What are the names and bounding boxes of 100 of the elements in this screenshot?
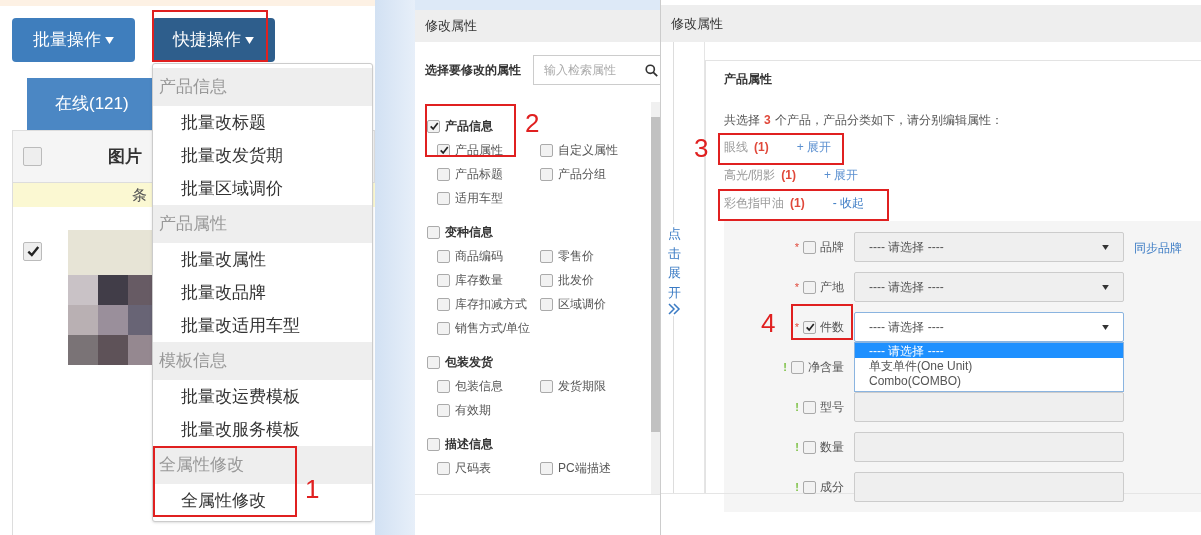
annotation-number: 2: [525, 110, 540, 136]
toggle-link[interactable]: + 展开: [796, 138, 831, 156]
checkbox[interactable]: [437, 321, 450, 335]
option-label: 库存数量: [455, 272, 503, 289]
option-label: 适用车型: [455, 190, 503, 207]
menu-item[interactable]: 批量改发货期: [181, 142, 283, 169]
checkbox[interactable]: [540, 273, 553, 287]
field-mark: !: [795, 439, 799, 455]
dropdown-button[interactable]: 快捷操作: [152, 18, 275, 62]
group-label: 产品信息: [445, 118, 493, 135]
menu-item[interactable]: 批量改适用车型: [181, 312, 300, 339]
input-field[interactable]: [854, 392, 1124, 422]
field-label: 品牌: [820, 239, 844, 256]
checkbox[interactable]: [437, 461, 450, 475]
sync-link[interactable]: 同步品牌: [1134, 239, 1182, 257]
caret-icon: [1102, 244, 1109, 250]
checkbox[interactable]: [427, 225, 440, 239]
checkbox[interactable]: [803, 320, 816, 334]
caret-icon: [1102, 324, 1109, 330]
field-label: 数量: [820, 439, 844, 456]
menu-item[interactable]: 全属性修改: [181, 487, 266, 514]
option-label: 包装信息: [455, 378, 503, 395]
option-label: 区域调价: [558, 296, 606, 313]
field-mark: !: [795, 399, 799, 415]
checkbox[interactable]: [540, 297, 553, 311]
option-label: 库存扣减方式: [455, 296, 527, 313]
toggle-link[interactable]: + 展开: [824, 166, 859, 184]
summary-text: 共选择: [724, 112, 760, 129]
option-label: 发货期限: [558, 378, 606, 395]
field-mark: *: [794, 279, 799, 295]
menu-item[interactable]: 批量改标题: [181, 109, 266, 136]
menu-item[interactable]: 批量改服务模板: [181, 416, 300, 443]
checkbox[interactable]: [427, 437, 440, 451]
select-field[interactable]: ---- 请选择 ----: [854, 312, 1124, 342]
category-name: 彩色指甲油: [724, 195, 784, 212]
field-mark: !: [795, 479, 799, 495]
checkbox[interactable]: [437, 273, 450, 287]
option-label: 商品编码: [455, 248, 503, 265]
checkbox[interactable]: [437, 403, 450, 417]
option-label: 批发价: [558, 272, 594, 289]
option-label: PC端描述: [558, 460, 611, 477]
panel-title: 修改属性: [661, 5, 1201, 42]
checkbox[interactable]: [803, 440, 816, 454]
checkbox[interactable]: [803, 240, 816, 254]
checkbox[interactable]: [427, 355, 440, 369]
field-label: 产地: [820, 279, 844, 296]
option-label: 产品标题: [455, 166, 503, 183]
menu-group-header: 产品信息: [153, 68, 372, 106]
checkbox[interactable]: [540, 167, 553, 181]
annotation-number: 4: [761, 310, 776, 336]
chevron-right-icon: [667, 302, 681, 316]
checkbox[interactable]: [803, 400, 816, 414]
checkbox[interactable]: [437, 297, 450, 311]
checkbox[interactable]: [803, 280, 816, 294]
select-field[interactable]: ---- 请选择 ----: [854, 232, 1124, 262]
highlight-frame: [791, 304, 853, 340]
dropdown-option[interactable]: Combo(COMBO): [855, 373, 1123, 388]
caret-icon: [105, 36, 114, 44]
dropdown-button[interactable]: 批量操作: [12, 18, 135, 62]
category-count: (1): [754, 139, 769, 156]
field-mark: !: [783, 359, 787, 375]
category-name: 高光/阴影: [724, 167, 776, 184]
field-label: 成分: [820, 479, 844, 496]
menu-item[interactable]: 批量改运费模板: [181, 383, 300, 410]
group-label: 变种信息: [445, 224, 493, 241]
checkbox[interactable]: [791, 360, 804, 374]
toggle-link[interactable]: - 收起: [832, 194, 864, 212]
checkbox[interactable]: [427, 119, 440, 133]
field-mark: *: [794, 319, 799, 335]
checkbox[interactable]: [437, 167, 450, 181]
annotation-number: 3: [694, 135, 709, 161]
checkbox[interactable]: [540, 249, 553, 263]
input-field[interactable]: [854, 432, 1124, 462]
caret-icon: [1102, 284, 1109, 290]
menu-item[interactable]: 批量改属性: [181, 246, 266, 273]
checkbox[interactable]: [23, 241, 42, 261]
dropdown-option[interactable]: 单支单件(One Unit): [855, 358, 1123, 373]
summary-text: 个产品，产品分类如下，请分别编辑属性：: [774, 112, 1003, 129]
option-label: 产品分组: [558, 166, 606, 183]
option-label: 零售价: [558, 248, 594, 265]
checkbox[interactable]: [437, 249, 450, 263]
input-field[interactable]: [854, 472, 1124, 502]
checkbox[interactable]: [23, 147, 42, 166]
checkbox[interactable]: [540, 379, 553, 393]
section-title: 产品属性: [724, 71, 773, 88]
menu-item[interactable]: 批量改品牌: [181, 279, 266, 306]
checkbox[interactable]: [540, 461, 553, 475]
checkbox[interactable]: [437, 379, 450, 393]
checkbox[interactable]: [540, 143, 553, 157]
category-count: (1): [790, 195, 805, 212]
field-label: 选择要修改的属性: [425, 62, 521, 79]
scrollbar[interactable]: [651, 102, 660, 494]
field-label: 型号: [820, 399, 844, 416]
checkbox[interactable]: [803, 480, 816, 494]
checkbox[interactable]: [437, 191, 450, 205]
select-field[interactable]: ---- 请选择 ----: [854, 272, 1124, 302]
menu-item[interactable]: 批量区域调价: [181, 175, 283, 202]
category-name: 眼线: [724, 139, 748, 156]
search-icon: [645, 63, 658, 77]
field-label: 件数: [820, 319, 844, 336]
